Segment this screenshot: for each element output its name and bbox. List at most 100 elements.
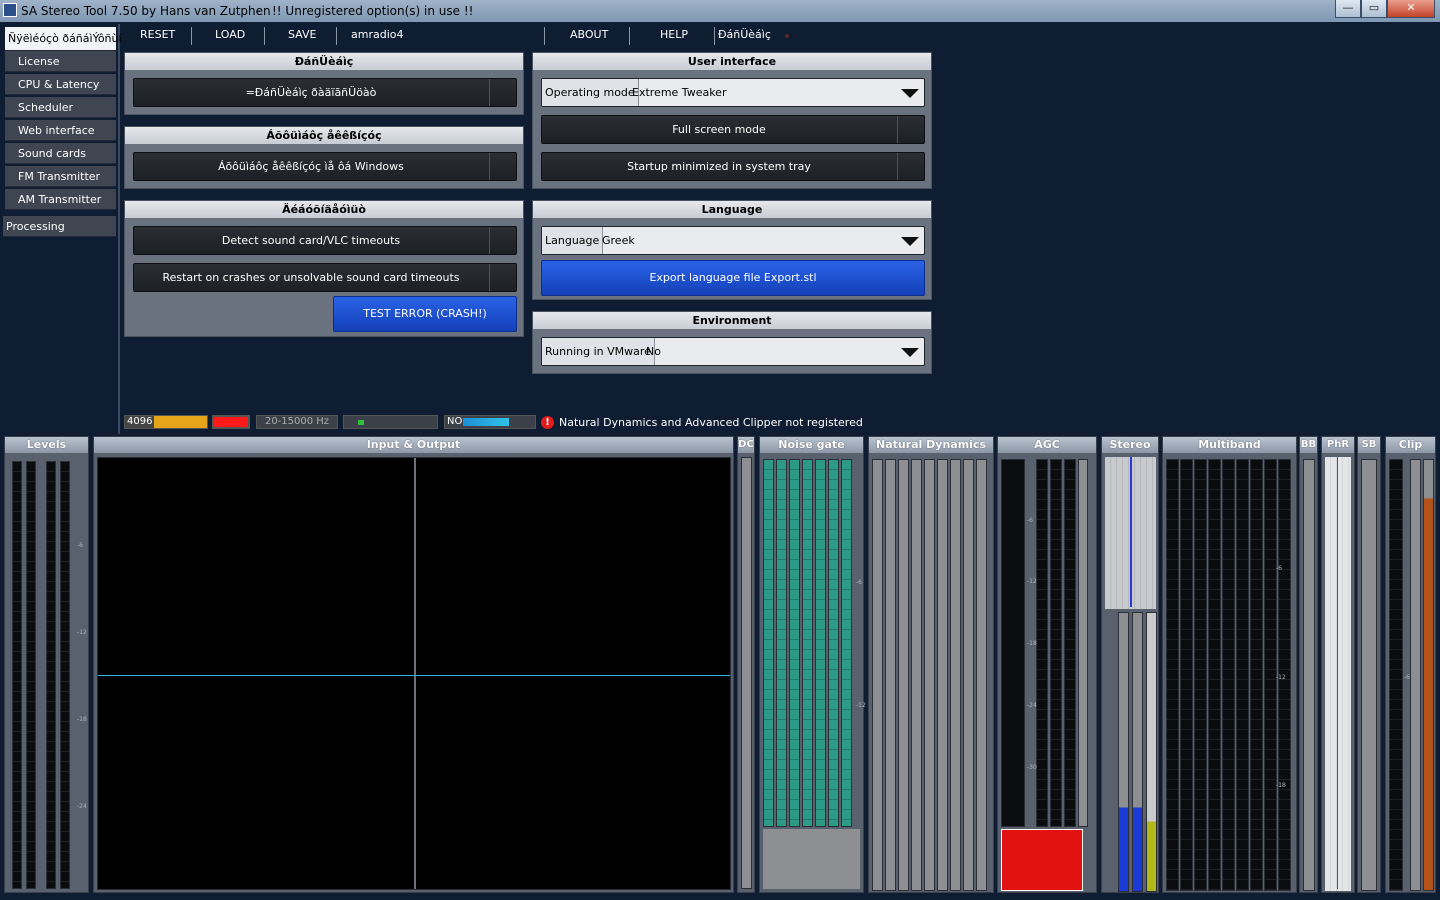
- stereo-title: Stereo: [1102, 437, 1158, 453]
- extra-menu-button[interactable]: ÐáñÜèáìç: [718, 28, 771, 41]
- agc-title: AGC: [998, 437, 1096, 453]
- green-led-icon: [358, 420, 364, 425]
- toggle-indicator-icon: [897, 153, 924, 180]
- help-button[interactable]: HELP: [660, 28, 688, 41]
- operating-mode-dropdown[interactable]: Operating mode Extreme Tweaker: [541, 78, 925, 107]
- clip-bar: [1410, 459, 1421, 891]
- toggle-indicator-icon: [897, 116, 924, 143]
- nd-bar: [950, 459, 961, 891]
- panel-language: Language Language Greek Export language …: [532, 200, 932, 300]
- noise-bar: [763, 459, 774, 827]
- load-button[interactable]: LOAD: [215, 28, 245, 41]
- multiband-bar: [1166, 459, 1179, 891]
- tick-label: -18: [77, 716, 87, 723]
- agc-red-indicator: [1001, 829, 1083, 891]
- sidebar-item-fm-transmitter[interactable]: FM Transmitter: [5, 166, 116, 187]
- tick-label: -6: [1404, 674, 1410, 681]
- level-indicator: [343, 415, 438, 429]
- maximize-button[interactable]: ▭: [1361, 0, 1387, 18]
- agc-bar: [1078, 459, 1088, 827]
- phr-meter: PhR: [1321, 436, 1355, 893]
- multiband-bar: [1236, 459, 1249, 891]
- menu-divider: [264, 27, 265, 45]
- bb-bar: [1303, 459, 1315, 891]
- detect-timeouts-button[interactable]: Detect sound card/VLC timeouts: [133, 226, 517, 255]
- multiband-title: Multiband: [1163, 437, 1296, 453]
- test-error-button[interactable]: TEST ERROR (CRASH!): [333, 296, 517, 332]
- panel-connection: Äéáóõíäåóìüò Detect sound card/VLC timeo…: [124, 200, 524, 337]
- panel-environment-title: Environment: [533, 312, 931, 329]
- preset-name[interactable]: amradio4: [351, 28, 404, 41]
- tick-label: -12: [856, 702, 866, 709]
- nd-bar: [872, 459, 883, 891]
- sidebar: Ñÿëìéóçò ðáñáìÝôñùí License CPU & Latenc…: [0, 24, 122, 434]
- menu-divider: [629, 27, 630, 45]
- close-icon: ✕: [1406, 1, 1416, 14]
- language-dropdown[interactable]: Language Greek: [541, 226, 925, 255]
- sidebar-item-am-transmitter[interactable]: AM Transmitter: [5, 189, 116, 210]
- no-indicator: NO: [444, 415, 536, 429]
- stereo-right-bar: [1132, 612, 1143, 892]
- about-button[interactable]: ABOUT: [570, 28, 608, 41]
- noise-gate-title: Noise gate: [760, 437, 863, 453]
- tick-label: -6: [77, 542, 83, 549]
- tick-label: -24: [1027, 702, 1037, 709]
- panel-environment: Environment Running in VMware No: [532, 311, 932, 374]
- agc-meter: AGC -6 -12 -18 -24 -30: [997, 436, 1097, 893]
- panel-language-title: Language: [533, 201, 931, 218]
- multiband-bar: [1208, 459, 1221, 891]
- bb-meter: BB: [1299, 436, 1318, 893]
- sidebar-item-general[interactable]: Ñÿëìéóçò ðáñáìÝôñùí: [5, 27, 122, 51]
- no-level-fill: [463, 418, 509, 426]
- sidebar-item-processing[interactable]: Processing: [3, 216, 116, 237]
- tick-label: -6: [1027, 517, 1033, 524]
- clip-meter: Clip -6: [1385, 436, 1436, 893]
- registration-warning: Natural Dynamics and Advanced Clipper no…: [559, 416, 863, 429]
- tick-label: -18: [1276, 782, 1286, 789]
- noise-bar: [802, 459, 813, 827]
- vmware-dropdown[interactable]: Running in VMware No: [541, 337, 925, 366]
- save-button[interactable]: SAVE: [288, 28, 316, 41]
- phr-title: PhR: [1322, 437, 1354, 453]
- tick-label: -6: [856, 579, 862, 586]
- levels-title: Levels: [5, 437, 88, 453]
- sidebar-item-scheduler[interactable]: Scheduler: [5, 97, 116, 118]
- level-bar: [12, 461, 22, 889]
- close-button[interactable]: ✕: [1387, 0, 1435, 18]
- unregistered-warning: !! Unregistered option(s) in use !!: [272, 4, 474, 18]
- multiband-meter: Multiband -6 -12 -18: [1162, 436, 1297, 893]
- tick-label: -12: [1027, 578, 1037, 585]
- minimize-button[interactable]: —: [1335, 0, 1361, 18]
- sidebar-item-sound-cards[interactable]: Sound cards: [5, 143, 116, 164]
- export-language-button[interactable]: Export language file Export.stl: [541, 260, 925, 296]
- startup-minimized-button[interactable]: Startup minimized in system tray: [541, 152, 925, 181]
- tick-label: -24: [77, 803, 87, 810]
- clip-title: Clip: [1386, 437, 1435, 453]
- agc-bar: [1050, 459, 1062, 827]
- restart-on-crash-button[interactable]: Restart on crashes or unsolvable sound c…: [133, 263, 517, 292]
- stereo-width-display: [1105, 457, 1156, 609]
- autostart-windows-button[interactable]: Áõôüìáôç åêêßíçóç ìå ôá Windows: [133, 152, 517, 181]
- menu-divider: [191, 27, 192, 45]
- sidebar-item-cpu-latency[interactable]: CPU & Latency: [5, 74, 116, 95]
- natural-dynamics-title: Natural Dynamics: [869, 437, 993, 453]
- toggle-indicator-icon: [489, 79, 516, 106]
- operating-mode-label: Operating mode: [542, 79, 639, 106]
- levels-meter: Levels -6 -12 -18 -24: [4, 436, 89, 893]
- stereo-meter: Stereo: [1101, 436, 1159, 893]
- dc-title: DC: [738, 437, 754, 453]
- reset-button[interactable]: RESET: [140, 28, 175, 41]
- app-icon: [3, 3, 17, 17]
- toggle-indicator-icon: [489, 227, 516, 254]
- tick-label: -6: [1276, 565, 1282, 572]
- panel-autostart: Áõôüìáôç åêêßíçóç Áõôüìáôç åêêßíçóç ìå ô…: [124, 126, 524, 189]
- phr-line: [1337, 457, 1338, 889]
- menu-bar: RESET LOAD SAVE amradio4 ABOUT HELP ÐáñÜ…: [122, 24, 802, 48]
- panel-1-toggle-button[interactable]: =ÐáñÜèáìç ðàäïãñÜöàò: [133, 78, 517, 107]
- sidebar-item-web-interface[interactable]: Web interface: [5, 120, 116, 141]
- frequency-range: 20-15000 Hz: [256, 415, 338, 429]
- full-screen-mode-button[interactable]: Full screen mode: [541, 115, 925, 144]
- title-bar: SA Stereo Tool 7.50 by Hans van Zutphen …: [0, 0, 1440, 22]
- clip-orange-bar: [1423, 459, 1434, 891]
- sidebar-item-license[interactable]: License: [5, 51, 116, 72]
